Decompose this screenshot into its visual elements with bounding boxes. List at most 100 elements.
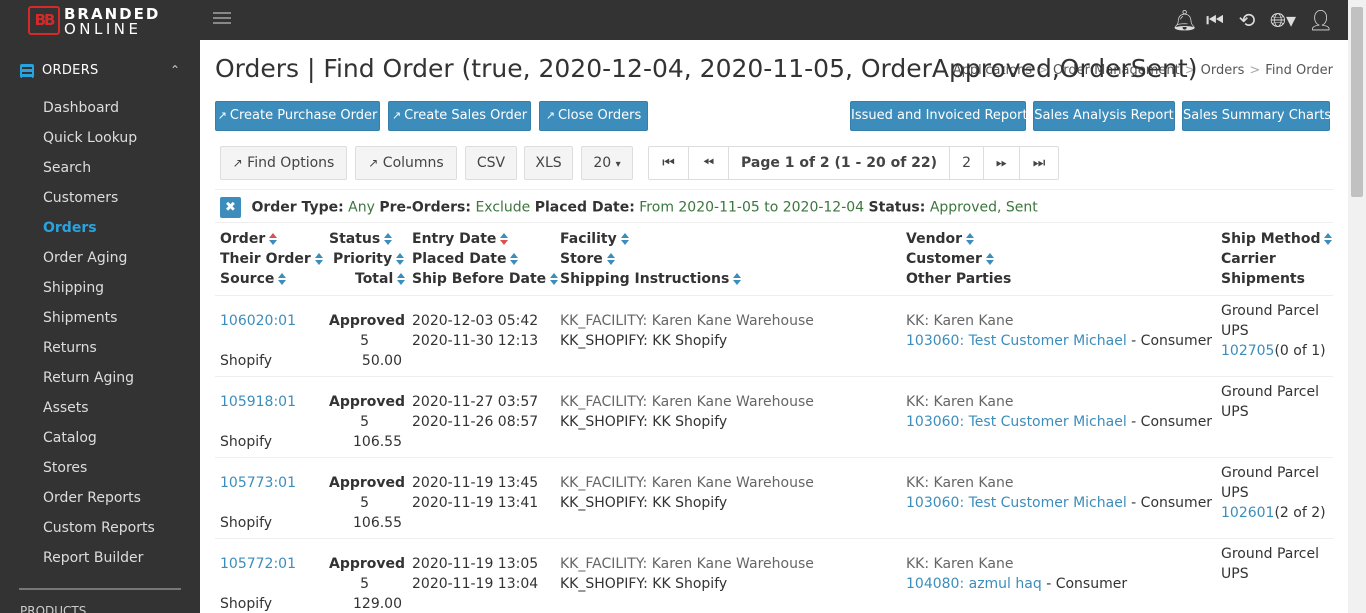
sidebar-item-orders[interactable]: Orders	[0, 218, 200, 248]
sort-entry-date[interactable]: Entry Date	[412, 229, 558, 249]
sort-facility[interactable]: Facility	[560, 229, 741, 249]
issued-invoiced-report-button[interactable]: Issued and Invoiced Report	[850, 101, 1028, 131]
breadcrumb-orders[interactable]: Orders	[1201, 63, 1245, 78]
order-priority: 5	[360, 495, 369, 511]
last-page-icon[interactable]: ⏭︎	[1020, 147, 1058, 179]
sidebar-item-stores[interactable]: Stores	[0, 458, 200, 488]
sidebar-item-search[interactable]: Search	[0, 158, 200, 188]
user-icon[interactable]: 👤︎	[1308, 8, 1333, 32]
sidebar-item-returns[interactable]: Returns	[0, 338, 200, 368]
order-id-link[interactable]: 106020:01	[220, 311, 296, 331]
customer-link[interactable]: 104080: azmul haq	[906, 576, 1042, 592]
create-purchase-order-button[interactable]: ↗ Create Purchase Order	[215, 101, 380, 131]
sort-icon	[396, 253, 405, 265]
sidebar-item-custom-reports[interactable]: Custom Reports	[0, 518, 200, 548]
brand-logo[interactable]: BB BRANDED ONLINE	[28, 5, 168, 38]
sort-status[interactable]: Status	[329, 229, 405, 249]
csv-export-button[interactable]: CSV	[465, 146, 517, 180]
order-id-link[interactable]: 105772:01	[220, 554, 296, 574]
page-2-link[interactable]: 2	[950, 147, 985, 179]
page-info: Page 1 of 2 (1 - 20 of 22)	[729, 147, 951, 179]
sort-placed-date[interactable]: Placed Date	[412, 249, 558, 269]
prev-page-icon[interactable]: ⏪︎	[689, 147, 729, 179]
sidebar-item-quick-lookup[interactable]: Quick Lookup	[0, 128, 200, 158]
sidebar-item-report-builder[interactable]: Report Builder	[0, 548, 200, 578]
first-page-icon[interactable]: ⏮︎	[649, 147, 689, 179]
order-store: KK_SHOPIFY: KK Shopify	[560, 414, 728, 430]
bell-icon[interactable]: 🔔︎	[1172, 8, 1197, 32]
sort-source[interactable]: Source	[220, 269, 323, 289]
sidebar-item-assets[interactable]: Assets	[0, 398, 200, 428]
order-source: Shopify	[220, 515, 273, 531]
skip-back-icon[interactable]: ⏮︎	[1204, 8, 1226, 32]
order-total: 106.55	[353, 515, 402, 531]
sort-icon	[384, 233, 393, 245]
sidebar-item-catalog[interactable]: Catalog	[0, 428, 200, 458]
scrollbar-thumb[interactable]	[1351, 7, 1363, 197]
page-size-select[interactable]: 20 ▾	[581, 146, 633, 180]
order-store: KK_SHOPIFY: KK Shopify	[560, 576, 728, 592]
order-id-link[interactable]: 105918:01	[220, 392, 296, 412]
sort-customer[interactable]: Customer	[906, 249, 1011, 269]
active-filters: ✖ Order Type: Any Pre-Orders: Exclude Pl…	[220, 197, 1038, 218]
sidebar: ORDERS ⌃ Dashboard Quick Lookup Search Cust…	[0, 40, 200, 613]
columns-button[interactable]: ↗ Columns	[355, 146, 457, 180]
clear-filters-icon[interactable]: ✖	[220, 197, 241, 218]
sort-order[interactable]: Order	[220, 229, 323, 249]
order-ship-method: Ground Parcel	[1221, 384, 1319, 400]
sort-store[interactable]: Store	[560, 249, 741, 269]
sort-ship-method[interactable]: Ship Method	[1221, 229, 1333, 249]
xls-export-button[interactable]: XLS	[524, 146, 573, 180]
sidebar-item-order-aging[interactable]: Order Aging	[0, 248, 200, 278]
next-page-icon[interactable]: ⏩︎	[984, 147, 1021, 179]
sort-total[interactable]: Total	[329, 269, 406, 289]
sort-vendor[interactable]: Vendor	[906, 229, 1011, 249]
scrollbar[interactable]	[1348, 0, 1366, 613]
shipment-link[interactable]: 102705	[1221, 343, 1274, 359]
menu-toggle-icon[interactable]	[213, 12, 231, 26]
customer-link[interactable]: 103060: Test Customer Michael	[906, 333, 1127, 349]
sidebar-menu: Dashboard Quick Lookup Search Customers Orde…	[0, 98, 200, 578]
external-link-icon: ↗	[368, 156, 379, 170]
globe-icon[interactable]: 🌐︎▾	[1268, 8, 1298, 32]
sort-icon	[985, 253, 994, 265]
order-entry-date: 2020-12-03 05:42	[412, 313, 539, 329]
find-options-button[interactable]: ↗ Find Options	[220, 146, 347, 180]
order-carrier: UPS	[1221, 323, 1249, 339]
sidebar-item-dashboard[interactable]: Dashboard	[0, 98, 200, 128]
breadcrumb-find-order: Find Order	[1265, 63, 1333, 78]
external-link-icon: ↗	[217, 109, 227, 122]
order-vendor: KK: Karen Kane	[906, 475, 1014, 491]
table-row: 105918:01 Shopify Approved 5 106.55 2020-11-2…	[215, 376, 1333, 457]
order-customer: 103060: Test Customer Michael - Consumer	[906, 331, 1212, 351]
sidebar-item-shipments[interactable]: Shipments	[0, 308, 200, 338]
sort-ship-before-date[interactable]: Ship Before Date	[412, 269, 559, 289]
sidebar-section-products[interactable]: PRODUCTS	[20, 604, 86, 613]
sidebar-item-shipping[interactable]: Shipping	[0, 278, 200, 308]
sidebar-item-customers[interactable]: Customers	[0, 188, 200, 218]
close-orders-button[interactable]: ↗ Close Orders	[539, 101, 648, 131]
order-customer: 104080: azmul haq - Consumer	[906, 574, 1127, 594]
table-header-order-group: Order Their Order Source	[220, 229, 323, 289]
sort-shipping-instructions[interactable]: Shipping Instructions	[560, 269, 742, 289]
order-store: KK_SHOPIFY: KK Shopify	[560, 333, 728, 349]
sort-their-order[interactable]: Their Order	[220, 249, 323, 269]
table-header-facility-group: Facility Store Shipping Instructions	[560, 229, 742, 289]
header-shipments: Shipments	[1221, 271, 1305, 287]
sidebar-section-orders[interactable]: ORDERS ⌃	[0, 62, 200, 82]
customer-link[interactable]: 103060: Test Customer Michael	[906, 414, 1127, 430]
history-icon[interactable]: ⟲	[1236, 8, 1258, 32]
order-id-link[interactable]: 105773:01	[220, 473, 296, 493]
sales-analysis-report-button[interactable]: Sales Analysis Report	[1033, 101, 1175, 131]
sales-summary-charts-button[interactable]: Sales Summary Charts	[1182, 101, 1331, 131]
sort-priority[interactable]: Priority	[329, 249, 405, 269]
order-priority: 5	[360, 333, 369, 349]
shipment-link[interactable]: 102601	[1221, 505, 1274, 521]
order-ship-method: Ground Parcel	[1221, 465, 1319, 481]
caret-down-icon: ▾	[615, 159, 621, 170]
customer-link[interactable]: 103060: Test Customer Michael	[906, 495, 1127, 511]
sidebar-item-order-reports[interactable]: Order Reports	[0, 488, 200, 518]
sidebar-item-return-aging[interactable]: Return Aging	[0, 368, 200, 398]
sort-icon	[500, 233, 509, 245]
create-sales-order-button[interactable]: ↗ Create Sales Order	[388, 101, 531, 131]
